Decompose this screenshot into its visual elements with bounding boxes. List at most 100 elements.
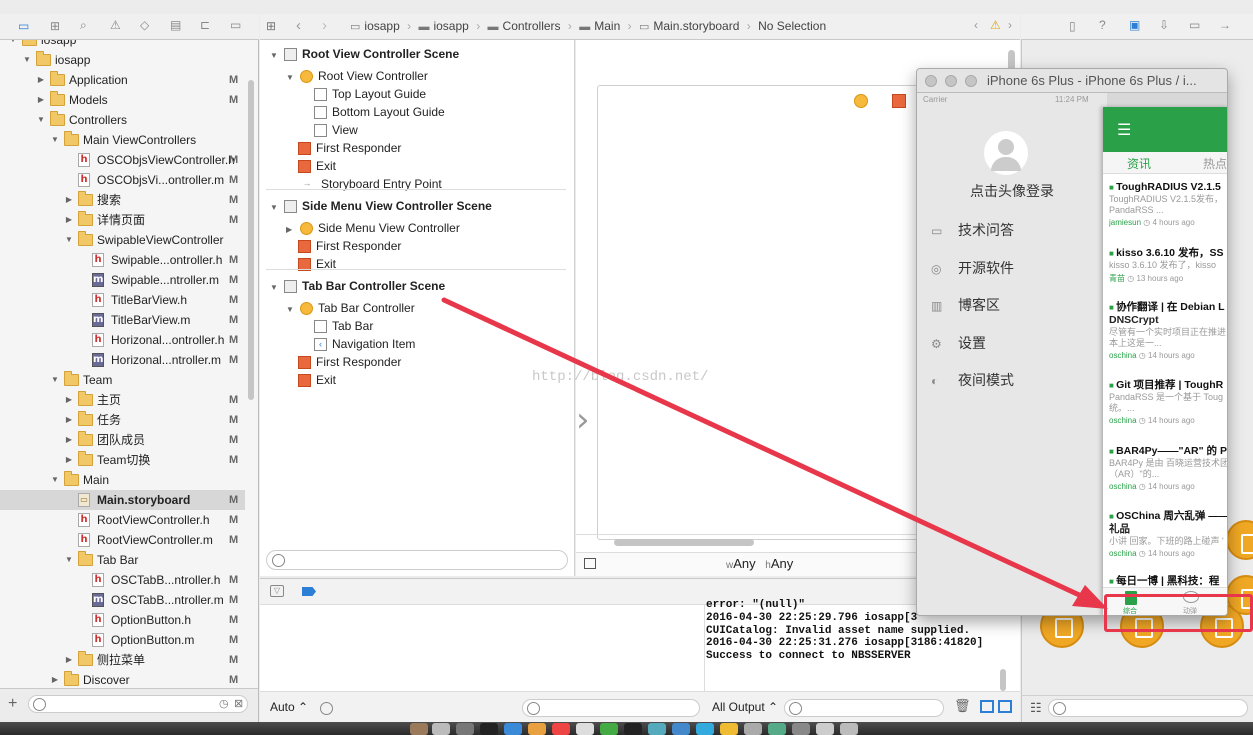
size-inspector-icon[interactable]: ▭	[1189, 18, 1200, 32]
navigator-item[interactable]: m Swipable...ntroller.m M	[0, 270, 245, 290]
navigator-item[interactable]: m TitleBarView.m M	[0, 310, 245, 330]
disclosure-triangle-icon[interactable]: ▼	[50, 130, 60, 150]
tab-news[interactable]: 资讯	[1127, 155, 1151, 172]
dock-app-icon[interactable]	[528, 723, 546, 735]
feed-item[interactable]: Git 项目推荐 | ToughRPandaRSS 是一个基于 Toug统。..…	[1109, 379, 1227, 425]
find-navigator-icon[interactable]: ⌕	[80, 18, 87, 33]
navigator-filter-field[interactable]: ◷ ⊠	[28, 695, 248, 713]
disclosure-triangle-icon[interactable]: ▼	[286, 69, 296, 87]
dock-app-icon[interactable]	[792, 723, 810, 735]
dock-app-icon[interactable]	[768, 723, 786, 735]
forward-icon[interactable]: ›	[322, 17, 327, 34]
test-navigator-icon[interactable]: ◇	[140, 18, 149, 32]
navigator-item[interactable]: ▶ Application M	[0, 70, 245, 90]
size-class-control[interactable]: wAny hAny	[726, 556, 793, 571]
disclosure-triangle-icon[interactable]: ▶	[36, 90, 46, 110]
navigator-item[interactable]: h OptionButton.h M	[0, 610, 245, 630]
outline-scene[interactable]: ▼ Root View Controller Scene	[270, 45, 459, 63]
disclosure-triangle-icon[interactable]: ▶	[286, 221, 296, 239]
outline-item[interactable]: ▶ Side Menu View Controller	[286, 219, 460, 237]
back-icon[interactable]: ‹	[296, 17, 301, 34]
navigator-item[interactable]: h OSCObjsViewController.h M	[0, 150, 245, 170]
first-responder-icon[interactable]	[892, 94, 906, 108]
outline-item[interactable]: → Storyboard Entry Point	[298, 175, 442, 193]
variables-filter-icon[interactable]	[320, 702, 333, 715]
view-controller-icon[interactable]	[854, 94, 868, 108]
breadcrumb-selection[interactable]: No Selection	[758, 19, 826, 33]
console-view-toggle-icon[interactable]	[998, 700, 1012, 713]
symbol-navigator-icon[interactable]: ⊞	[50, 19, 60, 33]
dock-app-icon[interactable]	[504, 723, 522, 735]
simulator-window[interactable]: iPhone 6s Plus - iPhone 6s Plus / i... C…	[916, 68, 1228, 616]
side-menu-item[interactable]: ◐ 夜间模式	[931, 369, 1014, 391]
tab-hot[interactable]: 热点	[1203, 155, 1227, 172]
navigator-item[interactable]: ▼ SwipableViewController	[0, 230, 245, 250]
outline-item[interactable]: View	[314, 121, 358, 139]
outline-scene[interactable]: ▼ Side Menu View Controller Scene	[270, 197, 492, 215]
dock-app-icon[interactable]	[816, 723, 834, 735]
navigator-item[interactable]: h OSCObjsVi...ontroller.m M	[0, 170, 245, 190]
modified-files-icon[interactable]: ⊠	[234, 697, 243, 710]
breadcrumb-controllers[interactable]: ▬ Controllers	[488, 19, 561, 33]
close-button[interactable]	[925, 75, 937, 87]
report-navigator-icon[interactable]: ▭	[230, 18, 241, 32]
console-output-select[interactable]: All Output ⌃	[712, 700, 778, 714]
side-menu-item[interactable]: ⚙ 设置	[931, 332, 986, 354]
feed-item[interactable]: kisso 3.6.10 发布，SSkisso 3.6.10 发布了，kisso…	[1109, 247, 1227, 284]
avatar[interactable]	[984, 131, 1028, 175]
navigator-item[interactable]: ▶ Discover M	[0, 670, 245, 688]
dock-app-icon[interactable]	[480, 723, 498, 735]
minimize-button[interactable]	[945, 75, 957, 87]
zoom-button[interactable]	[965, 75, 977, 87]
side-menu-item[interactable]: ▭ 技术问答	[931, 219, 1014, 241]
dock-app-icon[interactable]	[624, 723, 642, 735]
related-items-icon[interactable]: ⊞	[266, 19, 276, 33]
disclosure-triangle-icon[interactable]: ▶	[64, 450, 74, 470]
navigator-item[interactable]: ▼ Controllers	[0, 110, 245, 130]
dock-app-icon[interactable]	[696, 723, 714, 735]
breadcrumb-group[interactable]: ▬ iosapp	[418, 19, 468, 33]
add-icon[interactable]: +	[8, 695, 17, 713]
breadcrumb-main[interactable]: ▬ Main	[579, 19, 620, 33]
project-navigator-icon[interactable]: ▭	[18, 19, 29, 33]
disclosure-triangle-icon[interactable]: ▶	[64, 430, 74, 450]
menu-icon[interactable]: ☰	[1117, 120, 1131, 140]
dock-app-icon[interactable]	[432, 723, 450, 735]
navigator-item[interactable]: h RootViewController.m M	[0, 530, 245, 550]
navigator-item[interactable]: ▶ Models M	[0, 90, 245, 110]
help-icon[interactable]: ?	[1099, 18, 1106, 32]
breadcrumb-project[interactable]: ▭ iosapp	[350, 19, 400, 33]
previous-issue-icon[interactable]: ‹	[974, 18, 978, 32]
disclosure-triangle-icon[interactable]: ▼	[286, 301, 296, 319]
feed-item[interactable]: ToughRADIUS V2.1.5ToughRADIUS V2.1.5发布，P…	[1109, 181, 1227, 227]
disclosure-triangle-icon[interactable]: ▼	[64, 550, 74, 570]
navigator-item[interactable]: h TitleBarView.h M	[0, 290, 245, 310]
console-filter-field[interactable]	[784, 699, 944, 717]
console-scrollbar[interactable]	[1000, 669, 1006, 691]
navigator-item[interactable]: h Horizonal...ontroller.h M	[0, 330, 245, 350]
library-filter-field[interactable]	[1048, 699, 1248, 717]
outline-toggle-icon[interactable]	[584, 558, 596, 569]
navigator-item[interactable]: ▼ Main ViewControllers	[0, 130, 245, 150]
trash-icon[interactable]: 🗑	[954, 698, 971, 714]
outline-item[interactable]: Exit	[298, 371, 336, 389]
canvas-scrollbar[interactable]	[614, 539, 754, 546]
dock-app-icon[interactable]	[744, 723, 762, 735]
navigator-item[interactable]: ▼ iosapp	[0, 40, 245, 50]
warning-icon[interactable]: ⚠	[990, 18, 1001, 32]
disclosure-triangle-icon[interactable]: ▼	[36, 110, 46, 130]
navigator-item[interactable]: ▶ 详情页面 M	[0, 210, 245, 230]
disclosure-triangle-icon[interactable]: ▶	[64, 650, 74, 670]
disclosure-triangle-icon[interactable]: ▶	[64, 390, 74, 410]
dock-app-icon[interactable]	[456, 723, 474, 735]
disclosure-triangle-icon[interactable]: ▼	[8, 40, 18, 50]
navigator-item[interactable]: ▼ Tab Bar	[0, 550, 245, 570]
navigator-item[interactable]: ▼ Main	[0, 470, 245, 490]
breakpoint-navigator-icon[interactable]: ⊏	[200, 18, 210, 32]
outline-item[interactable]: First Responder	[298, 353, 401, 371]
feed-item[interactable]: OSChina 周六乱弹 ——礼品小讲 回家。下班的路上碰声 ' oschina …	[1109, 510, 1227, 558]
recent-files-icon[interactable]: ◷	[219, 697, 229, 710]
attributes-inspector-icon[interactable]: ⇩	[1159, 18, 1169, 32]
navigator-item[interactable]: h Swipable...ontroller.h M	[0, 250, 245, 270]
dock-app-icon[interactable]	[576, 723, 594, 735]
